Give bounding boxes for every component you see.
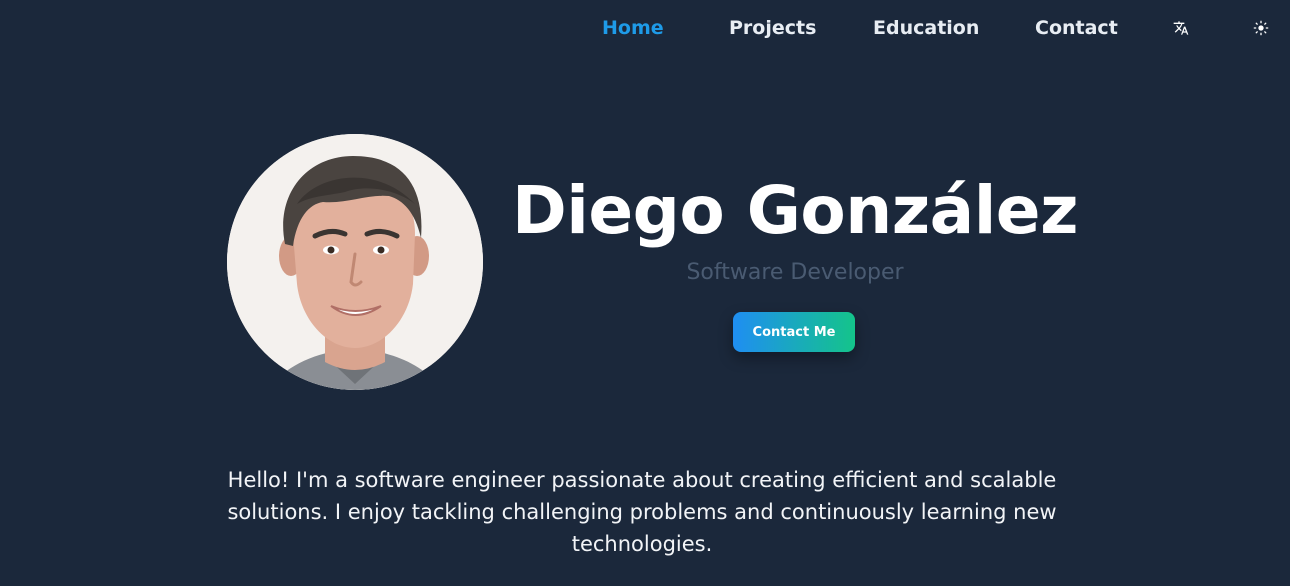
nav-link-education[interactable]: Education [873, 17, 979, 39]
portfolio-page: Home Projects Education Contact Diego Go… [0, 0, 1290, 586]
bio-paragraph: Hello! I'm a software engineer passionat… [227, 468, 1057, 556]
nav-link-home[interactable]: Home [602, 17, 664, 39]
sun-icon [1253, 20, 1269, 36]
theme-toggle-button[interactable] [1251, 18, 1271, 38]
language-toggle-button[interactable] [1171, 18, 1191, 38]
nav-link-contact[interactable]: Contact [1035, 17, 1118, 39]
hero-name: Diego González [512, 172, 1079, 249]
translate-icon [1173, 21, 1189, 35]
nav-link-projects[interactable]: Projects [729, 17, 816, 39]
top-navigation: Home Projects Education Contact [0, 0, 1290, 58]
contact-me-button[interactable]: Contact Me [733, 312, 855, 352]
profile-photo [227, 134, 483, 390]
profile-avatar [227, 134, 483, 390]
hero-role: Software Developer [686, 260, 904, 285]
